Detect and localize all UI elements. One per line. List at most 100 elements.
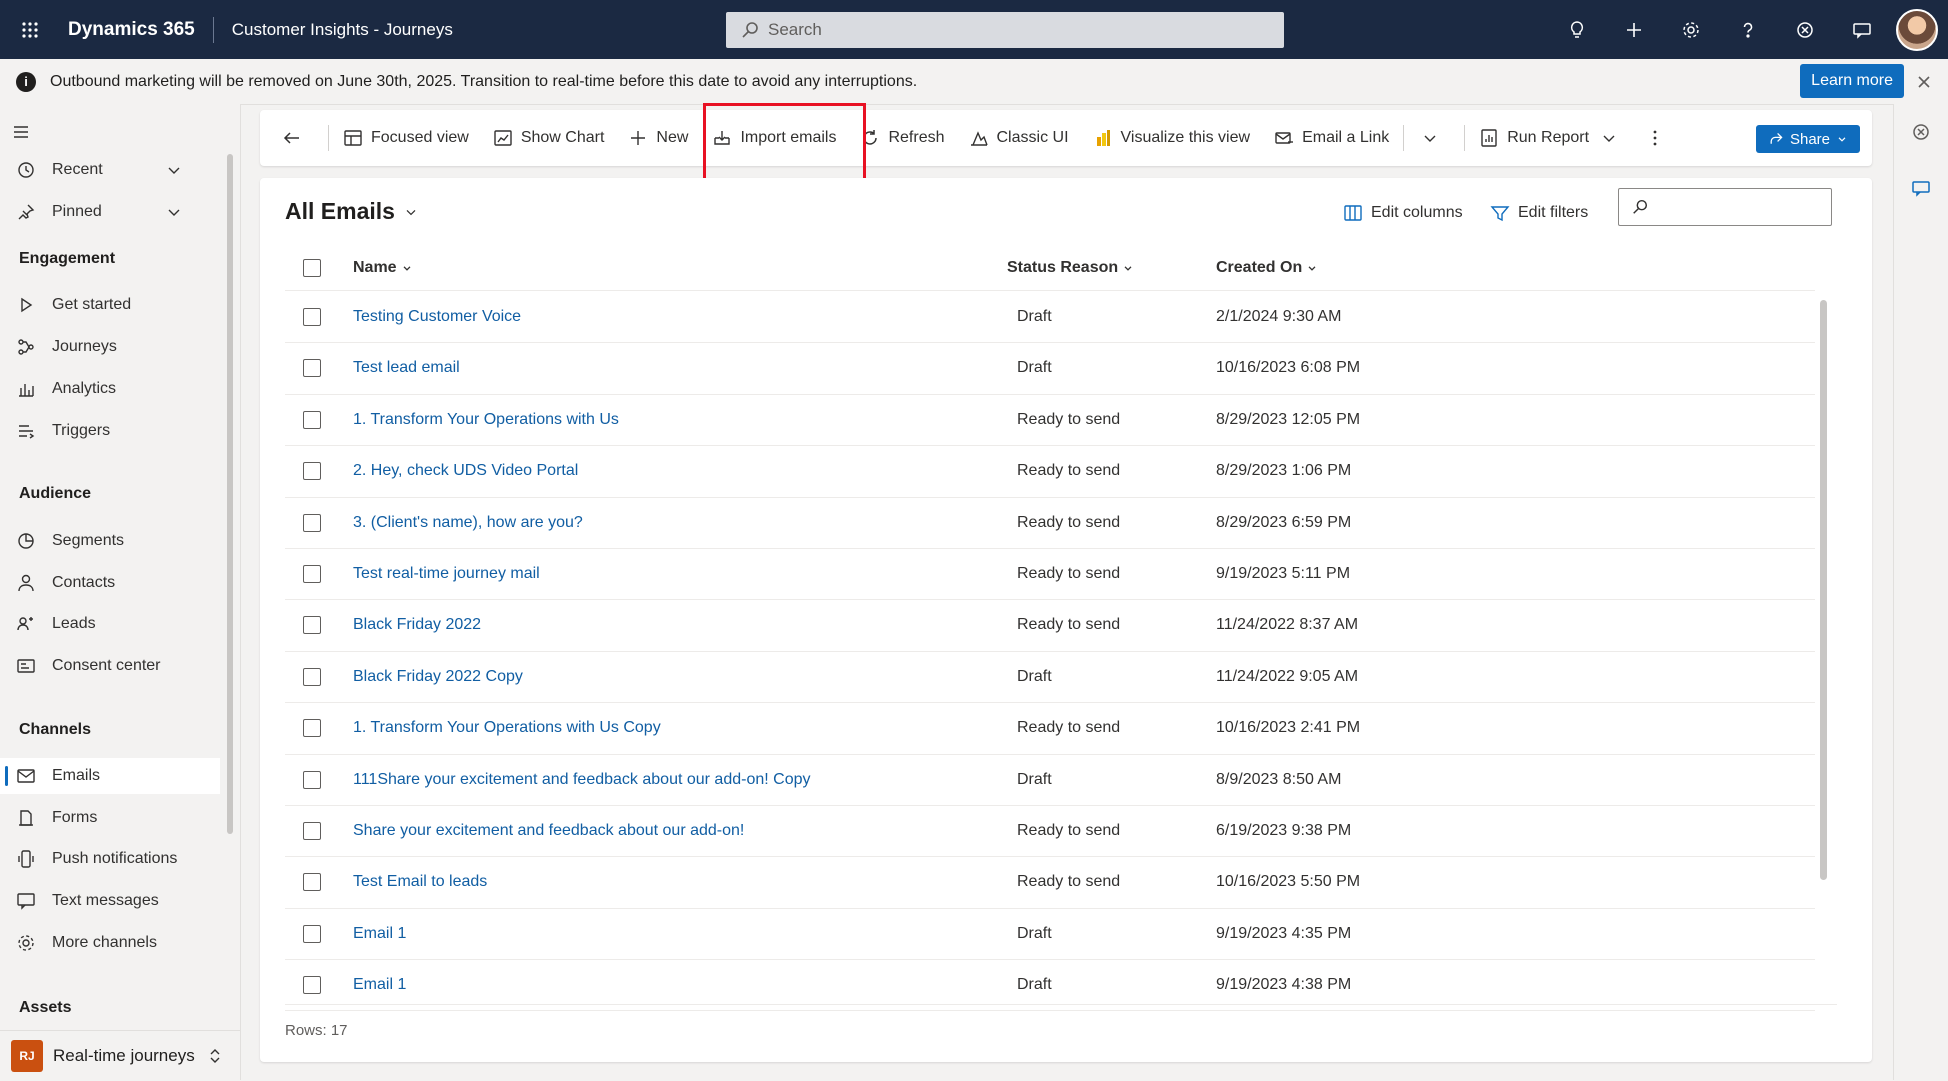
focused-view-button[interactable]: Focused view [331,110,481,166]
copilot-button[interactable] [1776,0,1833,59]
grid-search-input[interactable] [1655,191,1866,223]
row-checkbox[interactable] [303,703,321,753]
run-report-button[interactable]: Run Report [1467,110,1631,166]
nav-item-analytics[interactable]: Analytics [0,371,220,407]
grid-scrollbar[interactable] [1820,300,1827,880]
select-all-checkbox[interactable] [303,246,321,290]
view-selector[interactable]: All Emails [285,198,419,225]
nav-item-get-started[interactable]: Get started [0,287,220,323]
row-checkbox[interactable] [303,652,321,702]
email-name-link[interactable]: Test real-time journey mail [353,549,540,599]
email-name-link[interactable]: 1. Transform Your Operations with Us [353,395,619,445]
show-chart-button[interactable]: Show Chart [481,110,617,166]
table-row[interactable]: Email 1 Draft 9/19/2023 4:35 PM [285,909,1815,961]
row-checkbox[interactable] [303,960,321,1010]
classic-ui-button[interactable]: Classic UI [957,110,1081,166]
row-checkbox[interactable] [303,446,321,496]
edit-columns-button[interactable]: Edit columns [1343,198,1463,228]
back-button[interactable] [260,110,326,166]
table-row[interactable]: Testing Customer Voice Draft 2/1/2024 9:30… [285,292,1815,344]
table-row[interactable]: Share your excitement and feedback about… [285,806,1815,858]
new-button[interactable]: New [616,110,700,166]
nav-pinned[interactable]: Pinned [0,194,220,230]
app-launcher-button[interactable] [0,0,60,59]
row-checkbox[interactable] [303,600,321,650]
nav-item-leads[interactable]: Leads [0,606,220,642]
email-link-dropdown[interactable] [1406,110,1462,166]
column-header-status-reason[interactable]: Status Reason [1007,246,1134,290]
app-name[interactable]: Dynamics 365 [68,19,195,41]
nav-toggle-button[interactable] [11,122,31,142]
column-header-name[interactable]: Name [353,246,413,290]
nav-item-text-messages[interactable]: Text messages [0,883,220,919]
nav-item-segments[interactable]: Segments [0,523,220,559]
nav-scrollbar[interactable] [227,154,233,834]
copilot-icon[interactable] [1911,122,1931,142]
row-checkbox[interactable] [303,395,321,445]
refresh-button[interactable]: Refresh [848,110,956,166]
email-name-link[interactable]: Email 1 [353,960,406,1010]
table-row[interactable]: Black Friday 2022 Copy Draft 11/24/2022 9:… [285,652,1815,704]
email-name-link[interactable]: 2. Hey, check UDS Video Portal [353,446,578,496]
table-row[interactable]: 3. (Client's name), how are you? Ready to… [285,498,1815,549]
settings-button[interactable] [1662,0,1719,59]
area-switcher[interactable]: RJ Real-time journeys [0,1030,240,1081]
row-checkbox[interactable] [303,498,321,548]
row-checkbox[interactable] [303,857,321,907]
chat-button[interactable] [1833,0,1890,59]
nav-item-push-notifications[interactable]: Push notifications [0,841,220,877]
column-header-created-on[interactable]: Created On [1216,246,1318,290]
table-row[interactable]: 2. Hey, check UDS Video Portal Ready to s… [285,446,1815,498]
share-button[interactable]: Share [1756,125,1860,153]
row-checkbox[interactable] [303,292,321,342]
new-record-button[interactable] [1605,0,1662,59]
email-name-link[interactable]: Test Email to leads [353,857,487,907]
app-area-name[interactable]: Customer Insights - Journeys [232,20,453,40]
table-row[interactable]: Test lead email Draft 10/16/2023 6:08 PM [285,343,1815,395]
checkbox-box [303,513,321,532]
table-row[interactable]: 1. Transform Your Operations with Us Cop… [285,703,1815,755]
email-name-link[interactable]: Share your excitement and feedback about… [353,806,744,856]
email-name-link[interactable]: 3. (Client's name), how are you? [353,498,583,548]
nav-item-more-channels[interactable]: More channels [0,925,220,961]
email-name-link[interactable]: Test lead email [353,343,460,393]
row-checkbox[interactable] [303,755,321,805]
email-name-link[interactable]: Testing Customer Voice [353,292,521,342]
table-row[interactable]: Black Friday 2022 Ready to send 11/24/2022… [285,600,1815,652]
global-search-box[interactable]: Search [726,12,1284,48]
chat-icon[interactable] [1911,178,1931,198]
email-link-button[interactable]: Email a Link [1262,110,1401,166]
learn-more-button[interactable]: Learn more [1800,64,1904,98]
info-icon: i [16,71,36,92]
nav-item-contacts[interactable]: Contacts [0,565,220,601]
table-row[interactable]: 1. Transform Your Operations with Us Read… [285,395,1815,447]
table-row[interactable]: 111Share your excitement and feedback ab… [285,755,1815,806]
status-reason-cell: Draft [1017,667,1052,685]
table-row[interactable]: Test real-time journey mail Ready to send… [285,549,1815,601]
email-name-link[interactable]: 111Share your excitement and feedback ab… [353,755,810,805]
nav-recent[interactable]: Recent [0,152,220,188]
close-icon[interactable] [1914,72,1934,92]
nav-item-triggers[interactable]: Triggers [0,413,220,449]
edit-filters-button[interactable]: Edit filters [1490,198,1588,228]
visualize-view-button[interactable]: Visualize this view [1081,110,1263,166]
email-name-link[interactable]: Black Friday 2022 [353,600,481,650]
nav-item-emails[interactable]: Emails [0,758,220,794]
nav-item-consent-center[interactable]: Consent center [0,648,220,684]
lightbulb-button[interactable] [1548,0,1605,59]
email-name-link[interactable]: Black Friday 2022 Copy [353,652,523,702]
grid-search-box[interactable] [1618,188,1866,226]
help-button[interactable] [1719,0,1776,59]
row-checkbox[interactable] [303,343,321,393]
email-name-link[interactable]: 1. Transform Your Operations with Us Cop… [353,703,661,753]
nav-item-forms[interactable]: Forms [0,800,220,836]
nav-item-journeys[interactable]: Journeys [0,329,220,365]
row-checkbox[interactable] [303,806,321,856]
row-checkbox[interactable] [303,909,321,959]
import-emails-button[interactable]: Import emails [700,110,848,166]
table-row[interactable]: Test Email to leads Ready to send 10/16/20… [285,857,1815,909]
email-name-link[interactable]: Email 1 [353,909,406,959]
more-commands-button[interactable] [1631,110,1687,166]
user-avatar[interactable] [1896,8,1938,51]
row-checkbox[interactable] [303,549,321,599]
